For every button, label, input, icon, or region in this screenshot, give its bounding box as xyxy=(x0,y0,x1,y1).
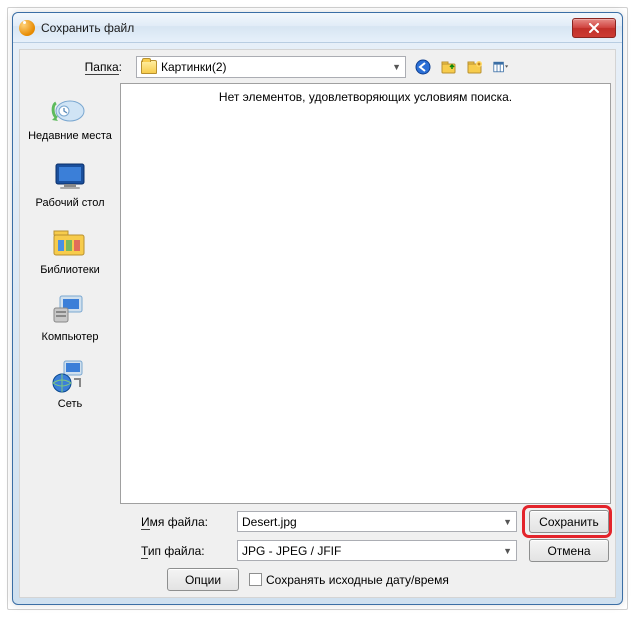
libraries-icon xyxy=(50,225,90,261)
save-button[interactable]: Сохранить xyxy=(529,510,609,533)
filename-value: Desert.jpg xyxy=(242,515,297,529)
chevron-down-icon: ▼ xyxy=(392,62,401,72)
folder-icon xyxy=(141,60,157,74)
folder-up-icon xyxy=(441,59,457,75)
file-list-area[interactable]: Нет элементов, удовлетворяющих условиям … xyxy=(120,83,611,504)
close-icon xyxy=(589,23,599,33)
network-icon xyxy=(50,359,90,395)
empty-message: Нет элементов, удовлетворяющих условиям … xyxy=(219,90,512,104)
place-network[interactable]: Сеть xyxy=(22,359,118,410)
new-folder-icon xyxy=(467,59,483,75)
filename-label: Имя файла: xyxy=(26,515,231,529)
folder-row: Папка: Картинки(2) ▼ xyxy=(20,50,615,81)
place-recent[interactable]: Недавние места xyxy=(22,91,118,142)
preserve-date-checkbox[interactable]: Сохранять исходные дату/время xyxy=(249,573,449,587)
back-button[interactable] xyxy=(412,57,434,77)
filetype-label: Тип файла: xyxy=(26,544,231,558)
options-button[interactable]: Опции xyxy=(167,568,239,591)
preserve-date-label: Сохранять исходные дату/время xyxy=(266,573,449,587)
checkbox-box-icon xyxy=(249,573,262,586)
recent-places-icon xyxy=(50,91,90,127)
filename-input[interactable]: Desert.jpg ▼ xyxy=(237,511,517,532)
places-bar: Недавние места Рабочий стол xyxy=(20,81,120,506)
save-file-dialog: Сохранить файл Папка: Картинки(2) ▼ xyxy=(12,12,623,605)
filetype-value: JPG - JPEG / JFIF xyxy=(242,544,341,558)
window-title: Сохранить файл xyxy=(41,21,134,35)
folder-value: Картинки(2) xyxy=(161,60,227,74)
new-folder-button[interactable] xyxy=(464,57,486,77)
cancel-button[interactable]: Отмена xyxy=(529,539,609,562)
view-menu-icon xyxy=(493,59,509,75)
titlebar[interactable]: Сохранить файл xyxy=(13,13,622,43)
back-arrow-icon xyxy=(415,59,431,75)
place-libraries[interactable]: Библиотеки xyxy=(22,225,118,276)
up-button[interactable] xyxy=(438,57,460,77)
place-desktop[interactable]: Рабочий стол xyxy=(22,158,118,209)
chevron-down-icon: ▼ xyxy=(503,517,512,527)
computer-icon xyxy=(50,292,90,328)
folder-label: Папка: xyxy=(30,60,130,74)
chevron-down-icon: ▼ xyxy=(503,546,512,556)
view-button[interactable] xyxy=(490,57,512,77)
place-computer[interactable]: Компьютер xyxy=(22,292,118,343)
folder-dropdown[interactable]: Картинки(2) ▼ xyxy=(136,56,406,78)
filetype-dropdown[interactable]: JPG - JPEG / JFIF ▼ xyxy=(237,540,517,561)
close-button[interactable] xyxy=(572,18,616,38)
desktop-icon xyxy=(50,158,90,194)
app-icon xyxy=(19,20,35,36)
